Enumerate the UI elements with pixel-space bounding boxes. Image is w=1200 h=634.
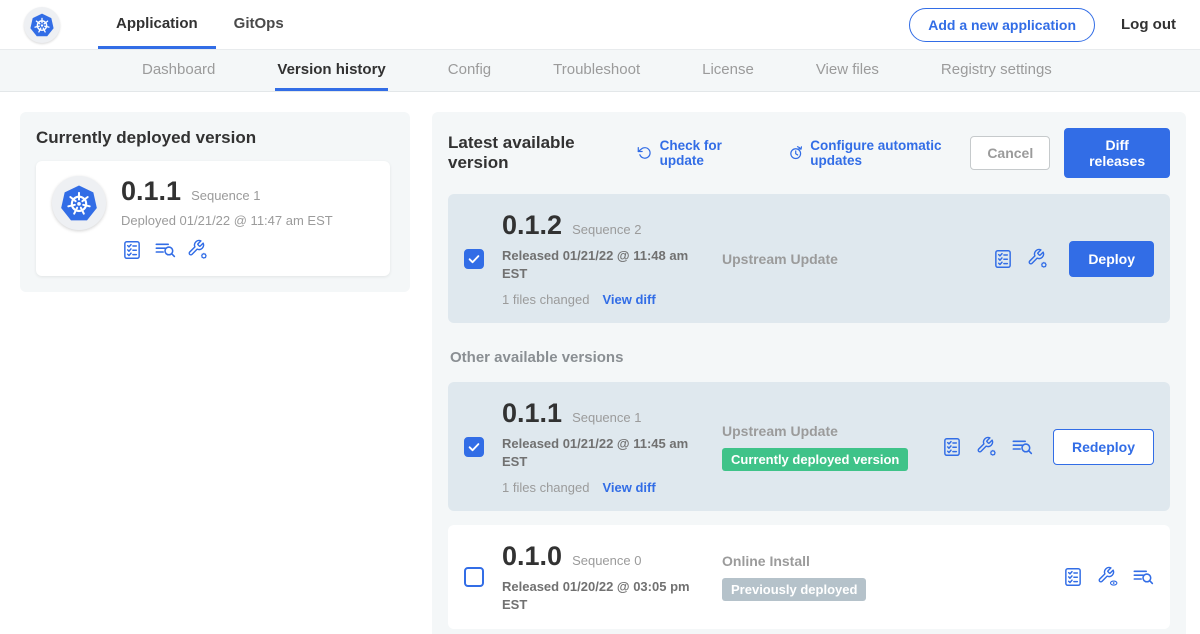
logout-link[interactable]: Log out bbox=[1121, 16, 1176, 33]
configure-automatic-updates-label: Configure automatic updates bbox=[810, 138, 970, 168]
redeploy-button[interactable]: Redeploy bbox=[1053, 429, 1154, 465]
latest-available-header: Latest available version Check for updat… bbox=[448, 128, 1170, 178]
other-available-versions-title: Other available versions bbox=[450, 349, 1170, 366]
released-timestamp: Released 01/20/22 @ 03:05 pm EST bbox=[502, 578, 690, 613]
add-new-application-button[interactable]: Add a new application bbox=[909, 8, 1095, 42]
edit-config-icon[interactable] bbox=[187, 239, 209, 261]
files-changed-label: 1 files changed bbox=[502, 292, 589, 307]
tab-troubleshoot[interactable]: Troubleshoot bbox=[551, 50, 642, 91]
version-source-label: Upstream Update bbox=[722, 251, 992, 267]
view-diff-link[interactable]: View diff bbox=[602, 292, 655, 307]
tab-registry-settings[interactable]: Registry settings bbox=[939, 50, 1054, 91]
view-diff-link[interactable]: View diff bbox=[602, 480, 655, 495]
deploy-logs-icon[interactable] bbox=[1011, 436, 1033, 458]
currently-deployed-title: Currently deployed version bbox=[36, 128, 390, 148]
sequence-label: Sequence 2 bbox=[572, 222, 641, 237]
tab-version-history[interactable]: Version history bbox=[275, 50, 387, 91]
sequence-label: Sequence 0 bbox=[572, 553, 641, 568]
top-navbar: Application GitOps Add a new application… bbox=[0, 0, 1200, 50]
deployed-timestamp: Deployed 01/21/22 @ 11:47 am EST bbox=[121, 213, 333, 228]
deployed-version-number: 0.1.1 bbox=[121, 176, 181, 207]
kubernetes-logo bbox=[24, 7, 60, 43]
version-number: 0.1.1 bbox=[502, 398, 562, 429]
preflight-checklist-icon[interactable] bbox=[121, 239, 143, 261]
version-checkbox[interactable] bbox=[464, 567, 484, 587]
check-for-update-label: Check for update bbox=[660, 138, 754, 168]
deployed-sequence-label: Sequence 1 bbox=[191, 188, 260, 203]
version-row-0-1-0: 0.1.0 Sequence 0 Released 01/20/22 @ 03:… bbox=[448, 525, 1170, 629]
app-section-nav: Dashboard Version history Config Trouble… bbox=[0, 50, 1200, 92]
diff-releases-button[interactable]: Diff releases bbox=[1064, 128, 1170, 178]
view-config-icon[interactable] bbox=[1097, 566, 1119, 588]
tab-application[interactable]: Application bbox=[98, 0, 216, 49]
clock-arrow-icon bbox=[788, 144, 803, 162]
tab-config[interactable]: Config bbox=[446, 50, 493, 91]
version-checkbox[interactable] bbox=[464, 249, 484, 269]
tab-gitops[interactable]: GitOps bbox=[216, 0, 302, 49]
deploy-logs-icon[interactable] bbox=[154, 239, 176, 261]
currently-deployed-badge: Currently deployed version bbox=[722, 448, 908, 471]
tab-license[interactable]: License bbox=[700, 50, 756, 91]
released-timestamp: Released 01/21/22 @ 11:48 am EST bbox=[502, 247, 690, 282]
preflight-checklist-icon[interactable] bbox=[1062, 566, 1084, 588]
version-row-0-1-1: 0.1.1 Sequence 1 Released 01/21/22 @ 11:… bbox=[448, 382, 1170, 511]
deploy-logs-icon[interactable] bbox=[1132, 566, 1154, 588]
edit-config-icon[interactable] bbox=[1027, 248, 1049, 270]
preflight-checklist-icon[interactable] bbox=[941, 436, 963, 458]
version-number: 0.1.2 bbox=[502, 210, 562, 241]
preflight-checklist-icon[interactable] bbox=[992, 248, 1014, 270]
latest-available-title: Latest available version bbox=[448, 133, 613, 173]
version-checkbox[interactable] bbox=[464, 437, 484, 457]
configure-automatic-updates-link[interactable]: Configure automatic updates bbox=[788, 138, 970, 168]
refresh-arrow-icon bbox=[637, 144, 652, 162]
version-number: 0.1.0 bbox=[502, 541, 562, 572]
tab-dashboard[interactable]: Dashboard bbox=[140, 50, 217, 91]
app-gitops-tabs: Application GitOps bbox=[98, 0, 302, 49]
released-timestamp: Released 01/21/22 @ 11:45 am EST bbox=[502, 435, 690, 470]
edit-config-icon[interactable] bbox=[976, 436, 998, 458]
cancel-button[interactable]: Cancel bbox=[970, 136, 1050, 170]
version-source-label: Upstream Update bbox=[722, 423, 941, 439]
sequence-label: Sequence 1 bbox=[572, 410, 641, 425]
version-row-0-1-2: 0.1.2 Sequence 2 Released 01/21/22 @ 11:… bbox=[448, 194, 1170, 323]
version-history-page: Currently deployed version 0.1.1 Sequenc… bbox=[0, 92, 1200, 634]
previously-deployed-badge: Previously deployed bbox=[722, 578, 866, 601]
available-versions-panel: Latest available version Check for updat… bbox=[432, 112, 1186, 634]
version-source-label: Online Install bbox=[722, 553, 1062, 569]
deploy-button[interactable]: Deploy bbox=[1069, 241, 1154, 277]
check-for-update-link[interactable]: Check for update bbox=[637, 138, 754, 168]
deployed-version-card: 0.1.1 Sequence 1 Deployed 01/21/22 @ 11:… bbox=[36, 161, 390, 276]
currently-deployed-panel: Currently deployed version 0.1.1 Sequenc… bbox=[20, 112, 410, 292]
tab-view-files[interactable]: View files bbox=[814, 50, 881, 91]
app-logo bbox=[52, 176, 106, 230]
files-changed-label: 1 files changed bbox=[502, 480, 589, 495]
